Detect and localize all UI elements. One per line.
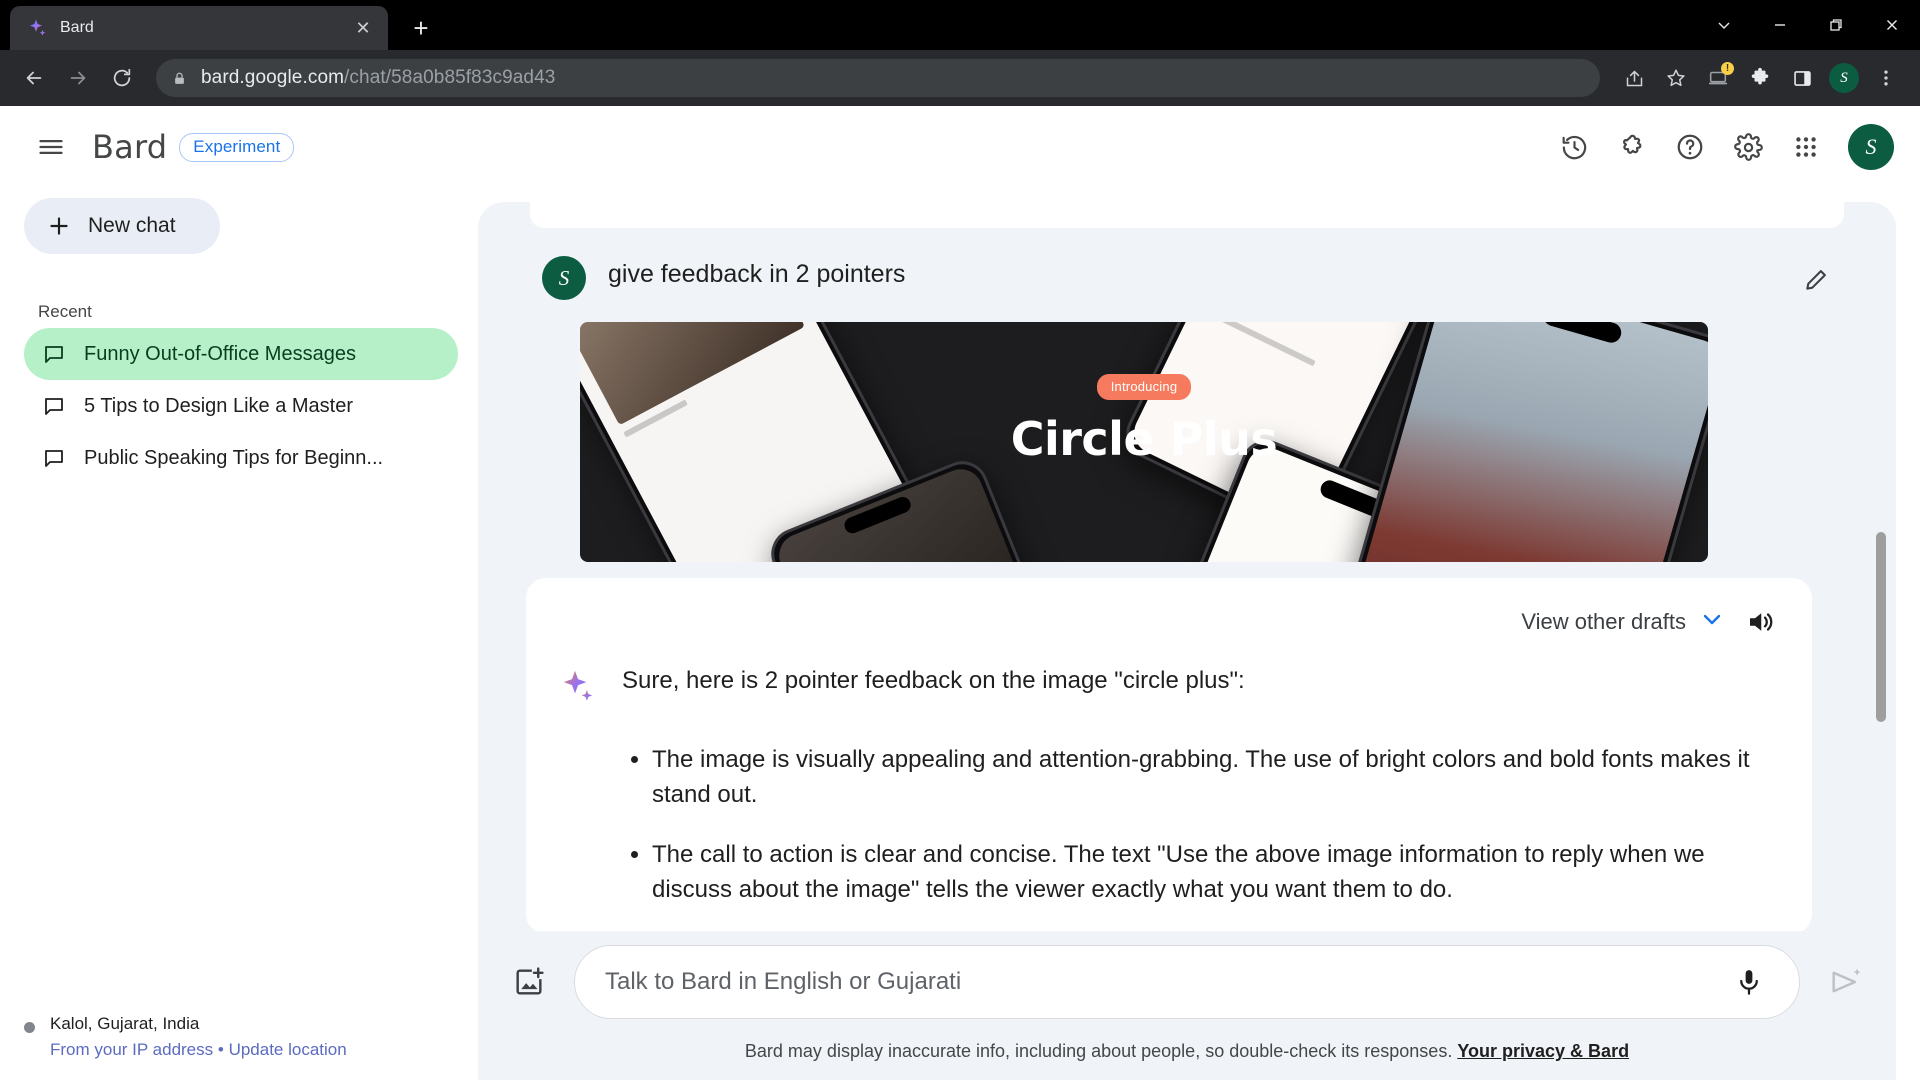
tab-strip: Bard ✕ + <box>0 0 1920 50</box>
promo-title: Circle Plus <box>1010 412 1278 466</box>
bard-response-card: View other drafts Sure, here is 2 pointe… <box>526 578 1812 931</box>
back-arrow-icon[interactable] <box>14 58 54 98</box>
sidebar-item-public-speaking-tips-for-beginners[interactable]: Public Speaking Tips for Beginn... <box>24 432 458 484</box>
location-text: Kalol, Gujarat, India <box>50 1014 200 1033</box>
close-icon[interactable]: ✕ <box>350 15 376 41</box>
browser-toolbar: bard.google.com/chat/58a0b85f83c9ad43 ! <box>0 50 1920 106</box>
image-upload-icon[interactable] <box>506 959 552 1005</box>
message-scroll-area[interactable]: S give feedback in 2 pointers Introducin… <box>478 202 1896 931</box>
new-tab-button[interactable]: + <box>402 9 440 47</box>
chat-bubble-icon <box>42 446 66 470</box>
sidebar: New chat Recent Funny Out-of-Office Mess… <box>0 188 478 1080</box>
drafts-row: View other drafts <box>560 604 1778 640</box>
separator: • <box>217 1040 224 1059</box>
sidebar-item-label: Public Speaking Tips for Beginn... <box>84 446 384 469</box>
sidebar-item-label: Funny Out-of-Office Messages <box>84 342 356 365</box>
minimize-button[interactable] <box>1752 2 1808 48</box>
disclaimer: Bard may display inaccurate info, includ… <box>478 1019 1896 1080</box>
response-body: Sure, here is 2 pointer feedback on the … <box>560 664 1778 931</box>
chevron-down-icon <box>1700 611 1724 634</box>
help-icon[interactable] <box>1666 123 1714 171</box>
extensions-puzzle-icon[interactable] <box>1740 58 1780 98</box>
send-icon[interactable] <box>1822 959 1868 1005</box>
sidebar-item-5-tips-to-design-like-a-master[interactable]: 5 Tips to Design Like a Master <box>24 380 458 432</box>
browser-window: Bard ✕ + bard.google.com/chat/58a0b85f83… <box>0 0 1920 1080</box>
reload-icon[interactable] <box>102 58 142 98</box>
introducing-badge: Introducing <box>1096 374 1192 400</box>
conversation-pane: S give feedback in 2 pointers Introducin… <box>478 188 1920 1080</box>
google-apps-grid-icon[interactable] <box>1782 123 1830 171</box>
scrollbar[interactable] <box>1876 532 1888 962</box>
lock-icon <box>172 71 187 86</box>
chrome-menu-icon[interactable] <box>1866 58 1906 98</box>
forward-arrow-icon[interactable] <box>58 58 98 98</box>
app-title: Bard <box>92 128 168 166</box>
profile-initial: S <box>1829 63 1859 93</box>
promo-text-block: Introducing Circle Plus <box>580 374 1708 466</box>
list-item: The image is visually appealing and atte… <box>652 743 1778 813</box>
location-pin-icon <box>24 1022 35 1033</box>
url-text: bard.google.com/chat/58a0b85f83c9ad43 <box>201 67 556 88</box>
chat-bubble-icon <box>42 394 66 418</box>
list-item: The call to action is clear and concise.… <box>652 838 1778 908</box>
profile-avatar[interactable]: S <box>1824 58 1864 98</box>
side-panel-icon[interactable] <box>1782 58 1822 98</box>
chat-bubble-icon <box>42 342 66 366</box>
response-bullet-list: The image is visually appealing and atte… <box>622 743 1778 908</box>
user-prompt-text: give feedback in 2 pointers <box>608 260 906 288</box>
share-icon[interactable] <box>1614 58 1654 98</box>
address-bar[interactable]: bard.google.com/chat/58a0b85f83c9ad43 <box>156 59 1600 97</box>
new-chat-label: New chat <box>88 214 176 237</box>
search-input[interactable]: Talk to Bard in English or Gujarati <box>605 968 1713 996</box>
scrollbar-thumb[interactable] <box>1876 532 1886 722</box>
update-location-link[interactable]: Update location <box>229 1040 347 1059</box>
plus-icon <box>46 213 72 239</box>
close-window-button[interactable] <box>1864 2 1920 48</box>
settings-gear-icon[interactable] <box>1724 123 1772 171</box>
extensions-icon[interactable] <box>1608 123 1656 171</box>
header-actions: S <box>1550 123 1894 171</box>
disclaimer-text: Bard may display inaccurate info, includ… <box>744 1041 1453 1061</box>
bard-sparkle-icon <box>28 18 48 38</box>
location-info: Kalol, Gujarat, India From your IP addre… <box>0 1014 478 1060</box>
tab-title: Bard <box>60 19 94 36</box>
app-body: New chat Recent Funny Out-of-Office Mess… <box>0 188 1920 1080</box>
sidebar-item-label: 5 Tips to Design Like a Master <box>84 394 354 417</box>
composer: Talk to Bard in English or Gujarati <box>478 931 1896 1019</box>
location-source-row: From your IP address • Update location <box>50 1040 478 1060</box>
response-text: Sure, here is 2 pointer feedback on the … <box>622 664 1778 931</box>
update-badge: ! <box>1721 62 1734 75</box>
maximize-button[interactable] <box>1808 2 1864 48</box>
bard-sparkle-icon <box>560 664 600 931</box>
avatar[interactable]: S <box>1848 124 1894 170</box>
experiment-badge: Experiment <box>179 132 295 162</box>
ip-address-label: From your IP address <box>50 1040 214 1059</box>
tab-search-button[interactable] <box>1696 2 1752 48</box>
app-header: Bard Experiment S <box>0 106 1920 188</box>
hamburger-menu-icon[interactable] <box>26 122 76 172</box>
speaker-icon[interactable] <box>1742 604 1778 640</box>
prompt-input-wrapper[interactable]: Talk to Bard in English or Gujarati <box>574 945 1800 1019</box>
toolbar-actions: ! S <box>1614 58 1906 98</box>
conversation-card: S give feedback in 2 pointers Introducin… <box>478 202 1896 1080</box>
recent-section-label: Recent <box>38 302 92 321</box>
user-message: S give feedback in 2 pointers <box>520 228 1854 300</box>
response-intro: Sure, here is 2 pointer feedback on the … <box>622 667 1245 694</box>
new-chat-button[interactable]: New chat <box>24 198 220 254</box>
privacy-link[interactable]: Your privacy & Bard <box>1457 1041 1629 1061</box>
bard-app: Bard Experiment S New chat Recent Funny … <box>0 106 1920 1080</box>
history-icon[interactable] <box>1550 123 1598 171</box>
edit-pencil-icon[interactable] <box>1796 260 1836 300</box>
previous-message-peek <box>530 202 1844 228</box>
bookmark-star-icon[interactable] <box>1656 58 1696 98</box>
attached-image[interactable]: Introducing Circle Plus <box>580 322 1708 562</box>
microphone-icon[interactable] <box>1729 962 1769 1002</box>
view-other-drafts-button[interactable]: View other drafts <box>1521 609 1724 635</box>
avatar: S <box>542 256 586 300</box>
browser-tab[interactable]: Bard ✕ <box>10 6 388 50</box>
window-controls <box>1696 0 1920 50</box>
sidebar-item-funny-out-of-office-messages[interactable]: Funny Out-of-Office Messages <box>24 328 458 380</box>
update-available-icon[interactable]: ! <box>1698 58 1738 98</box>
view-other-drafts-label: View other drafts <box>1521 609 1686 634</box>
